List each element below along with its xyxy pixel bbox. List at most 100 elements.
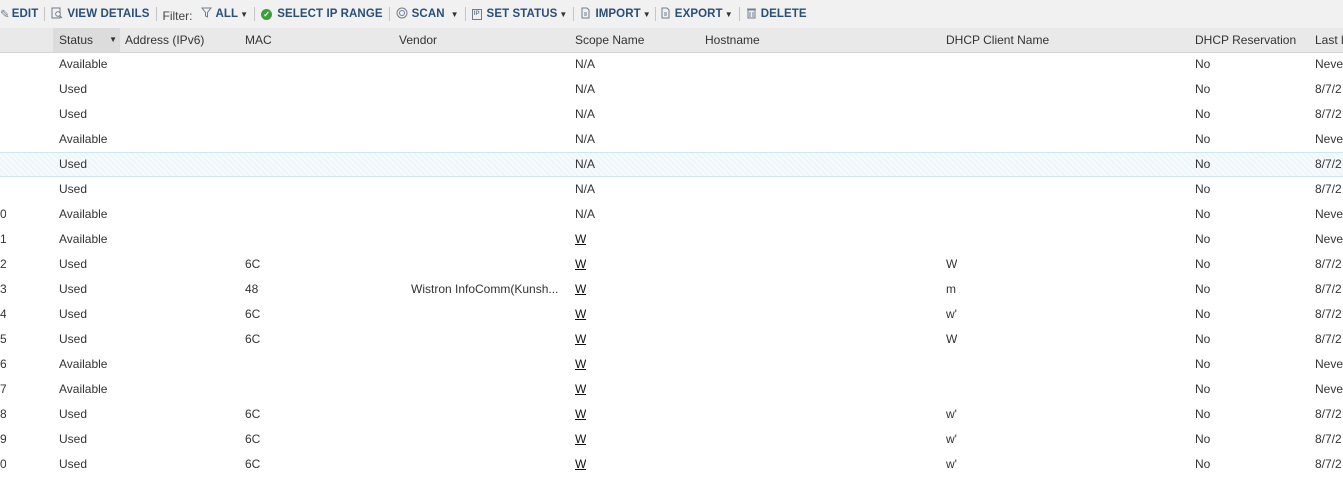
last-cell: 8/7/2 (1315, 282, 1342, 296)
column-header-scope-name[interactable]: Scope Name (575, 28, 644, 52)
export-document-icon (660, 7, 671, 22)
dhcp-reservation-cell: No (1195, 107, 1211, 121)
toolbar: ✎ EDIT VIEW DETAILS Filter: ALL ▼ ✓ SELE… (0, 0, 1343, 28)
scope-name-cell[interactable]: W (575, 377, 586, 402)
table-row[interactable]: 0 Used 6C Ww' No 8/7/2 (0, 452, 1343, 477)
last-cell: Neve (1315, 132, 1343, 146)
row-id-cell: 7 (0, 382, 6, 396)
last-cell: 8/7/2 (1315, 332, 1342, 346)
scope-name-cell[interactable]: W (575, 252, 586, 277)
scope-name-cell[interactable]: W (575, 327, 586, 352)
table-row[interactable]: Used N/A No 8/7/2 (0, 177, 1343, 202)
dhcp-reservation-cell: No (1195, 407, 1211, 421)
status-cell: Used (59, 407, 88, 421)
status-cell: Available (59, 232, 108, 246)
last-cell: 8/7/2 (1315, 182, 1342, 196)
toolbar-divider (44, 7, 46, 21)
column-header-status[interactable]: Status ▼ (53, 28, 120, 52)
table-row[interactable]: 9 Used 6C Ww' No 8/7/2 (0, 427, 1343, 452)
table-row[interactable]: 6 Available W No Neve (0, 352, 1343, 377)
status-cell: Used (59, 307, 88, 321)
column-header-hostname[interactable]: Hostname (705, 28, 760, 52)
import-document-icon (580, 7, 591, 22)
import-button[interactable]: IMPORT ▼ (580, 0, 651, 28)
chevron-down-icon: ▼ (642, 9, 651, 19)
scope-name-cell[interactable]: W (575, 352, 586, 377)
mac-cell: 6C (245, 257, 261, 271)
check-circle-icon: ✓ (261, 8, 273, 20)
toolbar-divider (738, 7, 740, 21)
table-row[interactable]: 1 Available W No Neve (0, 227, 1343, 252)
filter-dropdown[interactable]: ALL ▼ (200, 0, 249, 28)
toolbar-divider (155, 7, 157, 21)
dhcp-reservation-cell: No (1195, 457, 1211, 471)
dhcp-reservation-cell: No (1195, 307, 1211, 321)
column-header-dhcp-reservation[interactable]: DHCP Reservation (1195, 28, 1296, 52)
delete-button[interactable]: DELETE (746, 0, 807, 28)
dhcp-reservation-cell: No (1195, 182, 1211, 196)
status-cell: Used (59, 282, 88, 296)
edit-button[interactable]: ✎ EDIT (0, 0, 38, 28)
table-row[interactable]: Used N/A No 8/7/2 (0, 102, 1343, 127)
export-button[interactable]: EXPORT ▼ (660, 0, 733, 28)
scope-name-cell[interactable]: W (575, 302, 586, 327)
filter-label: Filter: (162, 8, 193, 23)
table-row[interactable]: Used N/A No 8/7/2 (0, 152, 1343, 177)
scope-name-cell: N/A (575, 82, 596, 96)
dhcp-client-name-cell: W (946, 332, 958, 346)
table-row[interactable]: 2 Used 6C W W No 8/7/2 (0, 252, 1343, 277)
status-cell: Available (59, 382, 108, 396)
select-ip-range-button[interactable]: ✓ SELECT IP RANGE (261, 0, 383, 28)
column-menu-icon[interactable]: ▼ (109, 28, 117, 52)
scope-name-cell: N/A (575, 207, 596, 221)
scope-name-cell[interactable]: W (575, 452, 586, 477)
row-id-cell: 0 (0, 207, 6, 221)
column-header-dhcp-client-name[interactable]: DHCP Client Name (946, 28, 1049, 52)
mac-cell: 6C (245, 332, 261, 346)
scope-name-cell: N/A (575, 132, 596, 146)
row-id-cell: 0 (0, 457, 6, 471)
trash-icon (746, 7, 757, 22)
column-header-mac[interactable]: MAC (245, 28, 272, 52)
table-row[interactable]: 8 Used 6C Ww' No 8/7/2 (0, 402, 1343, 427)
table-header: Status ▼ Address (IPv6) MAC Vendor Scope… (0, 28, 1343, 53)
chevron-down-icon: ▼ (559, 9, 568, 19)
dhcp-reservation-cell: No (1195, 282, 1211, 296)
column-header-vendor[interactable]: Vendor (399, 28, 437, 52)
table-row[interactable]: Used N/A No 8/7/2 (0, 77, 1343, 102)
funnel-icon (200, 7, 212, 21)
chevron-down-icon: ▼ (724, 9, 733, 19)
table-row[interactable]: Available N/A No Neve (0, 52, 1343, 77)
scope-name-cell[interactable]: W (575, 227, 586, 252)
last-cell: 8/7/2 (1315, 82, 1342, 96)
last-cell: Neve (1315, 232, 1343, 246)
table-row[interactable]: 4 Used 6C Ww' No 8/7/2 (0, 302, 1343, 327)
pencil-icon: ✎ (0, 9, 10, 21)
scan-button[interactable]: SCAN ▼ (396, 0, 459, 28)
scope-name-cell[interactable]: W (575, 427, 586, 452)
table-row[interactable]: Available N/A No Neve (0, 127, 1343, 152)
column-header-last[interactable]: Last l (1315, 28, 1343, 52)
column-header-address-ipv6[interactable]: Address (IPv6) (125, 28, 204, 52)
scope-name-cell: N/A (575, 182, 596, 196)
table-row[interactable]: 7 Available W No Neve (0, 377, 1343, 402)
scope-name-cell[interactable]: W (575, 277, 586, 302)
view-details-button[interactable]: VIEW DETAILS (51, 0, 149, 28)
row-id-cell: 4 (0, 307, 6, 321)
scope-name-cell[interactable]: W (575, 402, 586, 427)
mac-cell: 6C (245, 307, 261, 321)
status-cell: Used (59, 257, 88, 271)
table-row[interactable]: 0 Available N/A No Neve (0, 202, 1343, 227)
dhcp-reservation-cell: No (1195, 257, 1211, 271)
dhcp-reservation-cell: No (1195, 382, 1211, 396)
table-row[interactable]: 5 Used 6C W W No 8/7/2 (0, 327, 1343, 352)
mac-cell: 48 (245, 282, 259, 296)
last-cell: 8/7/2 (1315, 432, 1342, 446)
mac-cell: 6C (245, 432, 261, 446)
dhcp-client-name-cell: w' (946, 457, 957, 471)
set-status-button[interactable]: IP SET STATUS ▼ (471, 0, 568, 28)
ip-icon: IP (471, 8, 482, 20)
dhcp-reservation-cell: No (1195, 57, 1211, 71)
toolbar-divider (388, 7, 390, 21)
table-row[interactable]: 3 Used 48 Wistron InfoComm(Kunsh... Wm No 8/7/… (0, 277, 1343, 302)
